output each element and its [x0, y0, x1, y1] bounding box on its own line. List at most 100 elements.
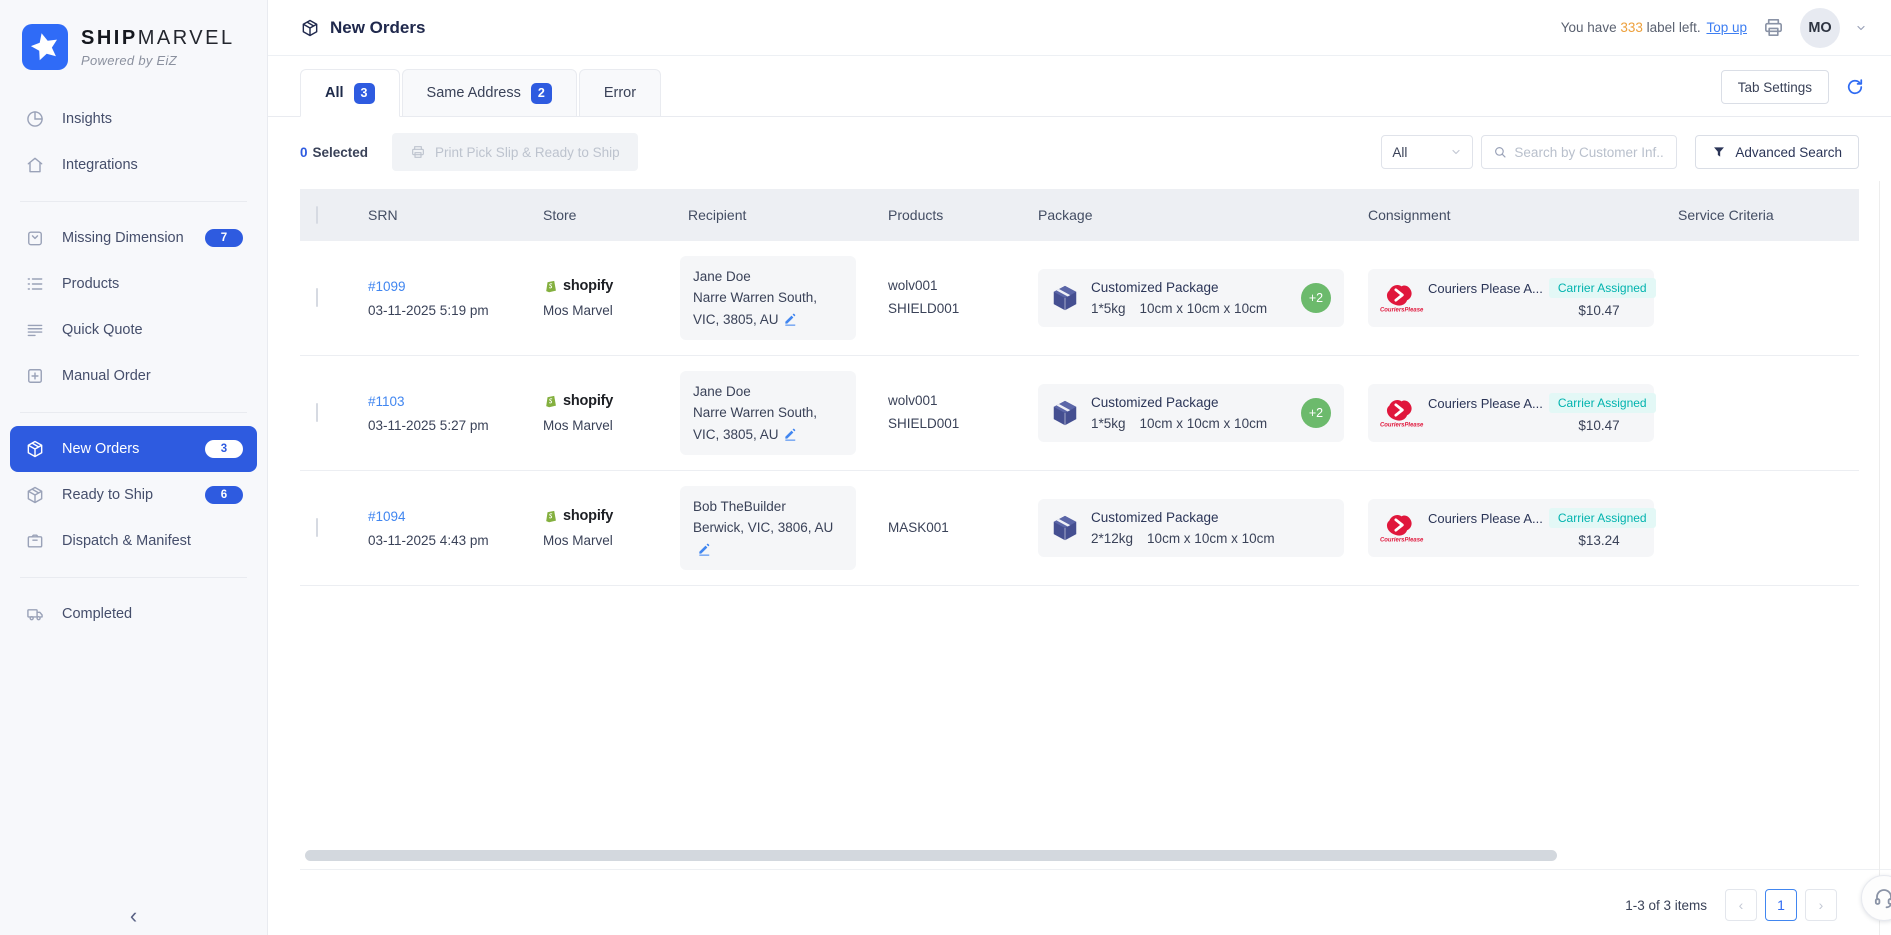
- store-name: Mos Marvel: [543, 533, 656, 548]
- tab-error[interactable]: Error: [579, 69, 661, 117]
- pagination-summary: 1-3 of 3 items: [1625, 898, 1707, 913]
- table-header-row: SRN Store Recipient Products Package Con…: [300, 189, 1859, 241]
- sidebar-item-missing-dimension[interactable]: Missing Dimension 7: [10, 215, 257, 261]
- recipient-address-line2: VIC, 3805, AU: [693, 424, 843, 446]
- shopify-logo: shopify: [543, 278, 656, 294]
- brand-logo: SHIPMARVEL Powered by EiZ: [0, 0, 267, 74]
- carrier-name: Couriers Please A...: [1428, 396, 1543, 411]
- shopify-bag-icon: [543, 508, 559, 524]
- edit-address-icon[interactable]: [783, 427, 797, 441]
- package-spec: 1*5kg10cm x 10cm x 10cm: [1091, 416, 1267, 431]
- sidebar-nav: Insights Integrations Missing Dimension …: [0, 96, 267, 935]
- brand-star-icon: [22, 24, 68, 70]
- pagination: 1-3 of 3 items ‹ 1 ›: [1625, 889, 1837, 921]
- order-link[interactable]: #1103: [368, 394, 405, 409]
- sidebar-item-manual-order[interactable]: Manual Order: [10, 353, 257, 399]
- edit-address-icon[interactable]: [697, 542, 711, 556]
- product-sku: wolv001: [888, 275, 1006, 298]
- chevron-down-icon: [1450, 146, 1462, 158]
- table-row: #1094 03-11-2025 4:43 pm shopify Mos Mar…: [300, 471, 1859, 586]
- package-icon: [25, 485, 45, 505]
- more-packages-badge[interactable]: +2: [1301, 283, 1331, 313]
- sidebar-item-quick-quote[interactable]: Quick Quote: [10, 307, 257, 353]
- row-checkbox[interactable]: [316, 288, 318, 307]
- refresh-icon[interactable]: [1845, 77, 1865, 97]
- package-card: Customized Package 1*5kg10cm x 10cm x 10…: [1038, 269, 1344, 327]
- order-date: 03-11-2025 4:43 pm: [368, 533, 511, 548]
- tab-same-address[interactable]: Same Address 2: [402, 69, 577, 117]
- column-header-service-criteria: Service Criteria: [1662, 207, 1859, 223]
- previous-page-button[interactable]: ‹: [1725, 889, 1757, 921]
- product-sku: MASK001: [888, 517, 1006, 540]
- box-chevron-icon: [25, 228, 45, 248]
- column-header-recipient: Recipient: [672, 207, 872, 223]
- select-all-checkbox[interactable]: [316, 206, 318, 224]
- package-box-icon: [1050, 513, 1080, 543]
- recipient-address-line1: Narre Warren South,: [693, 287, 843, 309]
- search-icon: [1493, 145, 1507, 159]
- package-title: Customized Package: [1091, 395, 1267, 410]
- product-sku: SHIELD001: [888, 298, 1006, 321]
- search-box: [1481, 135, 1677, 169]
- next-page-button[interactable]: ›: [1805, 889, 1837, 921]
- divider: [1879, 181, 1880, 935]
- pie-chart-icon: [25, 109, 45, 129]
- consignment-price: $10.47: [1428, 303, 1656, 318]
- recipient-card: Jane Doe Narre Warren South, VIC, 3805, …: [680, 371, 856, 456]
- archive-box-icon: [25, 531, 45, 551]
- tab-strip: All 3 Same Address 2 Error Tab Settings: [268, 56, 1891, 117]
- page-number-button[interactable]: 1: [1765, 889, 1797, 921]
- package-spec: 2*12kg10cm x 10cm x 10cm: [1091, 531, 1275, 546]
- printer-icon[interactable]: [1762, 16, 1785, 39]
- package-spec: 1*5kg10cm x 10cm x 10cm: [1091, 301, 1267, 316]
- order-link[interactable]: #1094: [368, 509, 406, 524]
- sidebar-item-dispatch-manifest[interactable]: Dispatch & Manifest: [10, 518, 257, 564]
- sidebar-item-completed[interactable]: Completed: [10, 591, 257, 637]
- more-packages-badge[interactable]: +2: [1301, 398, 1331, 428]
- tab-settings-button[interactable]: Tab Settings: [1721, 70, 1829, 104]
- row-checkbox[interactable]: [316, 518, 318, 537]
- package-card: Customized Package 2*12kg10cm x 10cm x 1…: [1038, 499, 1344, 557]
- edit-address-icon[interactable]: [783, 312, 797, 326]
- shopify-bag-icon: [543, 393, 559, 409]
- tab-all[interactable]: All 3: [300, 69, 400, 117]
- package-icon: [300, 18, 320, 38]
- support-chat-widget[interactable]: [1861, 875, 1891, 921]
- recipient-address-line1: Narre Warren South,: [693, 402, 843, 424]
- sidebar-item-products[interactable]: Products: [10, 261, 257, 307]
- recipient-card: Jane Doe Narre Warren South, VIC, 3805, …: [680, 256, 856, 341]
- chevron-down-icon[interactable]: [1855, 22, 1867, 34]
- print-pick-slip-button[interactable]: Print Pick Slip & Ready to Ship: [392, 133, 638, 171]
- divider: [300, 869, 1891, 870]
- collapse-sidebar-icon[interactable]: ‹: [0, 905, 267, 927]
- label-credit-notice: You have 333 label left. Top up: [1561, 20, 1747, 35]
- label-count: 333: [1620, 20, 1643, 35]
- sidebar-item-ready-to-ship[interactable]: Ready to Ship 6: [10, 472, 257, 518]
- table-row: #1103 03-11-2025 5:27 pm shopify Mos Mar…: [300, 356, 1859, 471]
- brand-name: SHIPMARVEL: [81, 27, 235, 50]
- recipient-name: Bob TheBuilder: [693, 496, 843, 518]
- divider: [20, 412, 247, 413]
- search-input[interactable]: [1514, 145, 1665, 160]
- couriers-please-logo: CouriersPlease: [1380, 512, 1420, 544]
- package-box-icon: [1050, 398, 1080, 428]
- count-badge: 7: [205, 229, 243, 247]
- horizontal-scrollbar[interactable]: [305, 850, 1557, 861]
- consignment-card: CouriersPlease Couriers Please A... Carr…: [1368, 499, 1654, 557]
- sidebar-item-new-orders[interactable]: New Orders 3: [10, 426, 257, 472]
- column-header-srn: SRN: [352, 207, 527, 223]
- sidebar-item-integrations[interactable]: Integrations: [10, 142, 257, 188]
- top-up-link[interactable]: Top up: [1706, 20, 1747, 35]
- shopify-bag-icon: [543, 278, 559, 294]
- search-field-select[interactable]: All: [1381, 135, 1473, 169]
- sidebar: SHIPMARVEL Powered by EiZ Insights Integ…: [0, 0, 268, 935]
- package-icon: [25, 439, 45, 459]
- advanced-search-button[interactable]: Advanced Search: [1695, 135, 1859, 169]
- table-row: #1099 03-11-2025 5:19 pm shopify Mos Mar…: [300, 241, 1859, 356]
- recipient-address-line2: VIC, 3805, AU: [693, 309, 843, 331]
- home-icon: [25, 155, 45, 175]
- order-link[interactable]: #1099: [368, 279, 406, 294]
- sidebar-item-insights[interactable]: Insights: [10, 96, 257, 142]
- avatar[interactable]: MO: [1800, 8, 1840, 48]
- row-checkbox[interactable]: [316, 403, 318, 422]
